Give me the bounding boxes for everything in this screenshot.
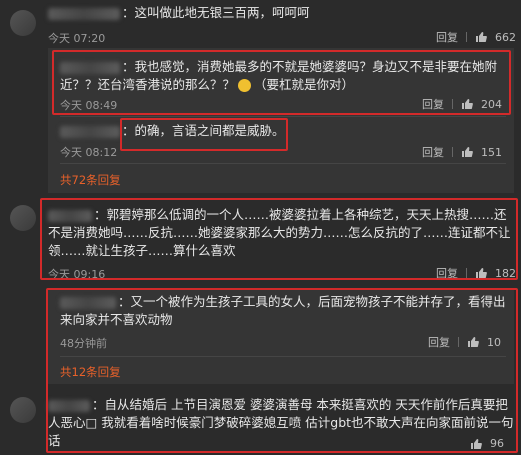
like-count: 204 [481, 97, 502, 111]
reply-button[interactable]: 回复 [422, 144, 444, 160]
reply-actions: 回复 151 [422, 144, 502, 160]
comment-text: ：自从结婚后 上节目演恩爱 婆婆演善母 本来挺喜欢的 天天作前作后真要把人恶心□… [48, 397, 514, 448]
divider [466, 32, 467, 42]
reply-actions: 回复 10 [428, 334, 501, 350]
reply-text: ：又一个被作为生孩子工具的女人，后面宠物孩子不能并存了，看得出来向家并不喜欢动物 [60, 294, 506, 327]
comment-actions: 96 [470, 437, 504, 450]
username[interactable] [48, 7, 120, 20]
divider [60, 163, 506, 164]
like-count: 662 [495, 30, 516, 44]
avatar[interactable] [10, 10, 36, 36]
avatar[interactable] [10, 397, 36, 423]
username[interactable] [60, 61, 120, 74]
like-count: 96 [490, 437, 504, 450]
like-count: 151 [481, 145, 502, 159]
thumb-up-icon[interactable] [470, 438, 482, 450]
thumb-up-icon[interactable] [461, 146, 473, 158]
divider [458, 337, 459, 347]
thumb-up-icon[interactable] [467, 336, 479, 348]
comment-actions: 回复 182 [436, 265, 516, 281]
divider [452, 147, 453, 157]
divider [466, 268, 467, 278]
reply-actions: 回复 204 [422, 96, 502, 112]
smile-emoji-icon [238, 79, 252, 92]
username[interactable] [60, 296, 116, 309]
username[interactable] [48, 209, 92, 222]
thumb-up-icon[interactable] [475, 31, 487, 43]
comment-time: 今天 07:20 [48, 32, 106, 45]
username[interactable] [48, 399, 90, 412]
reply-button[interactable]: 回复 [436, 265, 458, 281]
comment-text: ：这叫做此地无银三百两，呵呵呵 [48, 4, 508, 22]
more-replies-link[interactable]: 共72条回复 [60, 172, 121, 188]
comment-text: ：郭碧婷那么低调的一个人……被婆婆拉着上各种综艺，天天上热搜……还不是消费她吗…… [48, 207, 511, 258]
comment-feed: ：这叫做此地无银三百两，呵呵呵 今天 07:20 回复 662 ：我也感觉，消费… [0, 0, 521, 455]
reply-time: 今天 08:12 [60, 146, 118, 159]
more-replies-link[interactable]: 共12条回复 [60, 364, 121, 380]
thumb-up-icon[interactable] [461, 98, 473, 110]
comment-time: 今天 09:16 [48, 268, 106, 281]
reply-button[interactable]: 回复 [436, 29, 458, 45]
reply-text: ：我也感觉，消费她最多的不就是她婆婆吗？身边又不是非要在她附近？？还台湾香港说的… [60, 59, 498, 92]
divider [452, 99, 453, 109]
reply-time: 48分钟前 [60, 337, 107, 350]
comment-actions: 回复 662 [436, 29, 516, 45]
thumb-up-icon[interactable] [475, 267, 487, 279]
reply-text: ：的确，言语之间都是威胁。 [60, 122, 500, 140]
divider [60, 116, 506, 117]
divider [60, 356, 506, 357]
reply-button[interactable]: 回复 [422, 96, 444, 112]
like-count: 10 [487, 335, 501, 349]
reply-time: 今天 08:49 [60, 99, 118, 112]
avatar[interactable] [10, 205, 36, 231]
username[interactable] [60, 125, 120, 138]
like-count: 182 [495, 266, 516, 280]
reply-button[interactable]: 回复 [428, 334, 450, 350]
